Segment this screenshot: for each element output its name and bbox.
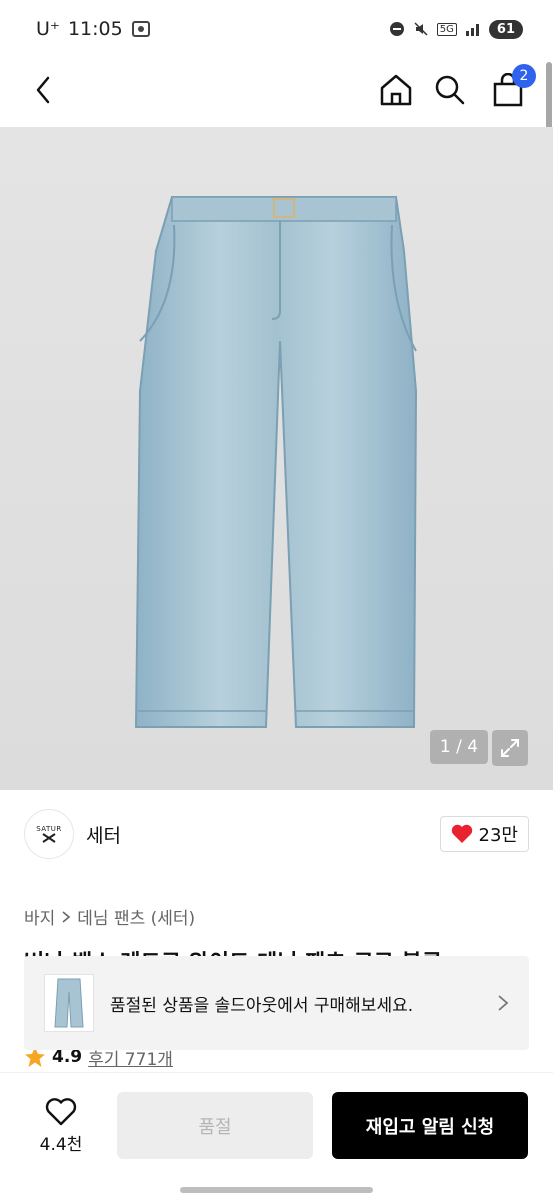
mute-icon [414, 22, 428, 36]
clock: 11:05 [67, 18, 123, 40]
expand-button[interactable] [492, 730, 528, 766]
breadcrumb-subcategory[interactable]: 데님 팬츠 (세터) [77, 904, 195, 929]
top-nav: 2 [0, 58, 553, 126]
bottom-action-bar: 4.4천 품절 재입고 알림 신청 [0, 1072, 553, 1200]
banner-thumbnail [44, 974, 94, 1032]
breadcrumb: 바지 데님 팬츠 (세터) [24, 904, 195, 929]
jeans-thumbnail-image [54, 978, 84, 1028]
soldout-button[interactable]: 품절 [117, 1092, 313, 1159]
heart-outline-icon [45, 1097, 77, 1125]
search-icon [435, 75, 465, 105]
cart-button[interactable]: 2 [486, 64, 536, 112]
heart-filled-icon [451, 824, 472, 843]
status-right: 5G 61 [389, 19, 523, 39]
status-left: U⁺ 11:05 [36, 18, 151, 40]
product-image [134, 196, 418, 728]
signal-icon [465, 24, 479, 36]
dnd-icon [389, 22, 404, 36]
product-image-gallery[interactable]: 1 / 4 [0, 127, 553, 790]
brand-name[interactable]: 세터 [86, 821, 121, 848]
carrier-label: U⁺ [36, 18, 60, 40]
brand-like-count: 23만 [478, 825, 518, 846]
battery-indicator: 61 [488, 19, 523, 39]
image-counter: 1 / 4 [430, 730, 488, 764]
cart-badge: 2 [512, 64, 536, 88]
soldout-banner[interactable]: 품절된 상품을 솔드아웃에서 구매해보세요. [24, 956, 529, 1050]
brand-logo-text: SATUR [36, 825, 62, 833]
back-button[interactable] [22, 68, 66, 112]
search-button[interactable] [428, 68, 472, 112]
brand-row: SATUR 세터 23만 [24, 808, 529, 860]
screenshot-icon [131, 21, 150, 37]
wishlist-count: 4.4천 [39, 1134, 83, 1155]
status-bar: U⁺ 11:05 5G 61 [0, 0, 553, 58]
rating-score: 4.9 [52, 1047, 83, 1067]
brand-emblem-icon [42, 833, 56, 843]
brand-logo[interactable]: SATUR [24, 809, 74, 859]
network-label: 5G [436, 22, 457, 36]
home-icon [380, 74, 412, 106]
home-button[interactable] [374, 68, 418, 112]
chevron-left-icon [36, 76, 50, 104]
soldout-banner-text: 품절된 상품을 솔드아웃에서 구매해보세요. [110, 995, 414, 1016]
restock-alert-button[interactable]: 재입고 알림 신청 [332, 1092, 528, 1159]
chevron-right-icon [62, 910, 71, 923]
chevron-right-icon [498, 995, 509, 1011]
breadcrumb-category[interactable]: 바지 [24, 904, 55, 929]
home-indicator[interactable] [180, 1187, 373, 1193]
brand-like-button[interactable]: 23만 [439, 816, 529, 852]
wishlist-button[interactable]: 4.4천 [28, 1091, 94, 1161]
expand-icon [501, 739, 519, 757]
